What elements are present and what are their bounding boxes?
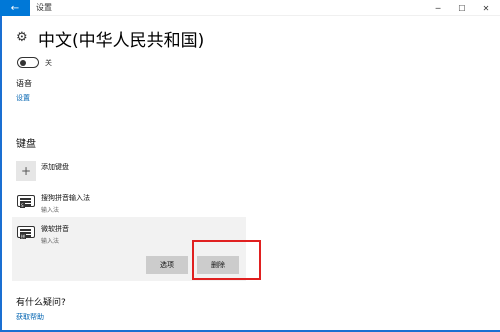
add-keyboard-label[interactable]: 添加键盘 [41,162,69,172]
plus-icon: + [20,164,32,178]
keyboard-badge: S [20,203,25,208]
help-heading: 有什么疑问? [16,298,66,308]
toggle-knob [20,59,26,66]
speech-heading: 语音 [16,79,32,88]
window-border-left [0,16,2,332]
back-arrow-icon: ← [10,2,20,14]
keyboard-item-sogou-type: 输入法 [41,207,60,214]
minimize-icon: ─ [435,3,441,13]
keyboard-badge: 拼 [20,234,26,239]
language-toggle[interactable] [17,57,39,68]
keyboard-icon: S [17,195,35,208]
speech-settings-link[interactable]: 设置 [16,93,30,103]
title-bar: ← 设置 ─ ☐ ✕ [0,0,500,16]
gear-icon: ⚙ [16,30,28,45]
window-title: 设置 [36,3,52,12]
options-button[interactable]: 选项 [146,256,188,274]
keyboard-heading: 键盘 [16,139,36,150]
toggle-label: 关 [45,59,52,67]
maximize-button[interactable]: ☐ [450,0,474,16]
keyboard-item-sogou[interactable]: 搜狗拼音输入法 [41,193,90,203]
keyboard-item-microsoft-pinyin[interactable]: 微软拼音 [41,224,69,234]
delete-highlight-annotation [192,240,261,280]
keyboard-item-microsoft-pinyin-type: 输入法 [41,238,60,245]
close-icon: ✕ [482,3,490,13]
page-title: 中文(中华人民共和国) [38,31,205,51]
get-help-link[interactable]: 获取帮助 [16,312,44,322]
back-button[interactable]: ← [0,0,30,16]
keyboard-icon: 拼 [17,226,35,239]
maximize-icon: ☐ [458,3,466,13]
add-keyboard-button[interactable]: + [16,161,36,181]
close-button[interactable]: ✕ [474,0,498,16]
minimize-button[interactable]: ─ [426,0,450,16]
